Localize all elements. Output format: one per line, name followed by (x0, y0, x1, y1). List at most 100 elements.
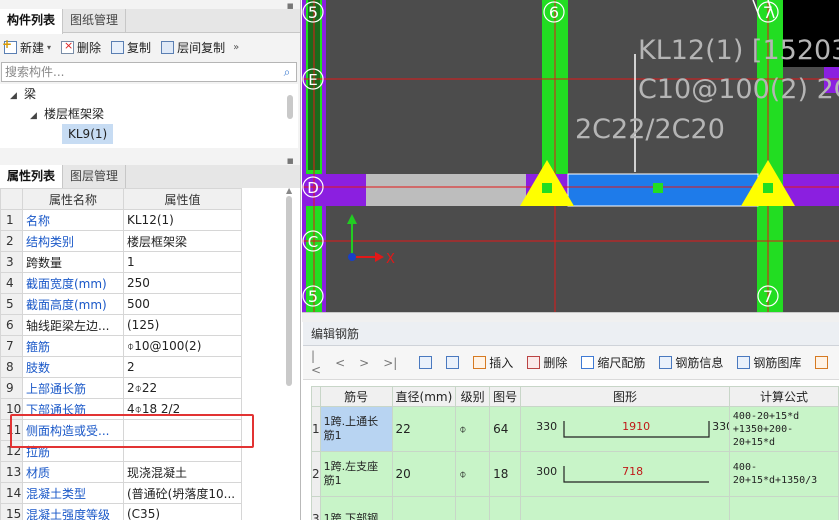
property-row[interactable]: 10 下部通长筋 4⌽18 2/2 (0, 398, 242, 420)
canvas-splitter[interactable] (302, 312, 839, 322)
property-row[interactable]: 14 混凝土类型 (普通砼(坍落度10... (0, 482, 242, 504)
property-value[interactable]: 现浇混凝土 (123, 461, 242, 483)
tree-node-kl9[interactable]: KL9(1) (62, 124, 114, 144)
rebar-info-button[interactable]: 钢筋信息 (659, 354, 723, 371)
nav-prev-button[interactable]: < (335, 356, 345, 370)
rebar-figure-number[interactable]: 64 (489, 406, 522, 452)
rebar-figure-number[interactable]: 18 (489, 451, 522, 497)
property-name[interactable]: 拉筋 (22, 440, 124, 462)
property-scrollbar[interactable] (286, 196, 292, 386)
insert-button[interactable]: 插入 (473, 354, 513, 371)
search-input[interactable] (2, 63, 278, 81)
drawing-canvas[interactable]: KL12(1) [15203 C10@100(2) 2C 2C22/2C20 5… (302, 0, 839, 312)
property-name[interactable]: 混凝土强度等级 (22, 503, 124, 520)
property-row[interactable]: 3 跨数量 1 (0, 251, 242, 273)
collapse-arrow-icon[interactable]: ◢ (10, 86, 24, 106)
delete-rebar-button[interactable]: 删除 (527, 354, 567, 371)
scroll-up-icon[interactable]: ▲ (286, 186, 292, 195)
tab-component-list[interactable]: 构件列表 (0, 9, 64, 34)
property-value[interactable]: (C35) (123, 503, 242, 520)
property-value[interactable]: (普通砼(坍落度10... (123, 482, 242, 504)
property-row[interactable]: 5 截面高度(mm) 500 (0, 293, 242, 315)
tree-scrollbar[interactable] (287, 95, 293, 119)
rebar-figure-number[interactable] (489, 496, 522, 520)
rebar-grade[interactable]: ⌽ (455, 451, 491, 497)
property-value[interactable]: 1 (123, 251, 242, 273)
property-row[interactable]: 6 轴线距梁左边... (125) (0, 314, 242, 336)
rebar-diameter[interactable]: 22 (391, 406, 457, 452)
tree-node-beam[interactable]: ◢ 梁 (10, 84, 36, 104)
grip-left[interactable] (542, 183, 552, 193)
property-value[interactable]: 2⌽22 (123, 377, 242, 399)
property-row[interactable]: 12 拉筋 (0, 440, 242, 462)
copy-button[interactable]: 复制 (111, 39, 151, 56)
nav-first-button[interactable]: |< (311, 349, 321, 377)
property-row[interactable]: 4 截面宽度(mm) 250 (0, 272, 242, 294)
move-down-button[interactable] (446, 356, 460, 369)
rebar-formula[interactable] (728, 496, 839, 520)
move-up-button[interactable] (419, 356, 433, 369)
property-name[interactable]: 箍筋 (22, 335, 124, 357)
cad-drawing[interactable]: KL12(1) [15203 C10@100(2) 2C 2C22/2C20 5… (302, 0, 839, 312)
property-value[interactable]: KL12(1) (123, 209, 242, 231)
new-button[interactable]: 新建▾ (2, 37, 51, 56)
property-row[interactable]: 7 箍筋 ⌽10@100(2) (0, 335, 242, 357)
rebar-row[interactable]: 3 1跨.下部钢 (311, 496, 839, 520)
property-value[interactable]: (125) (123, 314, 242, 336)
property-name[interactable]: 混凝土类型 (22, 482, 124, 504)
rebar-grade[interactable]: ⌽ (455, 406, 491, 452)
rebar-row[interactable]: 2 1跨.左支座筋1 20 ⌽ 18 300 718 400-20+15*d+1350/3 (311, 451, 839, 497)
property-value[interactable]: 2 (123, 356, 242, 378)
property-name[interactable]: 截面宽度(mm) (22, 272, 124, 294)
property-value[interactable]: 4⌽18 2/2 (123, 398, 242, 420)
rebar-library-button[interactable]: 钢筋图库 (737, 354, 801, 371)
property-value[interactable]: ⌽10@100(2) (123, 335, 242, 357)
nav-last-button[interactable]: >| (383, 356, 397, 370)
property-name[interactable]: 材质 (22, 461, 124, 483)
grip-mid[interactable] (653, 183, 663, 193)
collapse-arrow-icon[interactable]: ◢ (30, 106, 44, 126)
rebar-name[interactable]: 1跨.上通长筋1 (319, 406, 393, 452)
extra-tool-button[interactable] (815, 356, 829, 369)
property-name[interactable]: 跨数量 (22, 251, 124, 273)
property-row[interactable]: 1 名称 KL12(1) (0, 209, 242, 231)
search-icon[interactable]: ⌕ (278, 65, 296, 80)
grip-right[interactable] (763, 183, 773, 193)
property-value[interactable] (123, 440, 242, 462)
rebar-row[interactable]: 11跨.上通长筋122⌽643301910330400-20+15*d +135… (311, 406, 839, 452)
rebar-figure-cell[interactable]: 330 1910 330 (520, 406, 730, 452)
property-row[interactable]: 13 材质 现浇混凝土 (0, 461, 242, 483)
rebar-formula[interactable]: 400-20+15*d +1350+200-20+15*d (728, 406, 839, 452)
tree-node-floor-frame-beam[interactable]: ◢ 楼层框架梁 (30, 104, 104, 124)
rebar-figure-cell[interactable] (520, 496, 730, 520)
property-name[interactable]: 名称 (22, 209, 124, 231)
property-name[interactable]: 上部通长筋 (22, 377, 124, 399)
delete-button[interactable]: 删除 (61, 39, 101, 56)
rebar-formula[interactable]: 400-20+15*d+1350/3 (728, 451, 839, 497)
tab-property-list[interactable]: 属性列表 (0, 165, 64, 190)
rebar-figure-cell[interactable]: 300 718 (520, 451, 730, 497)
more-icon[interactable]: » (233, 42, 239, 53)
scale-rebar-button[interactable]: 缩尺配筋 (581, 354, 645, 371)
property-row[interactable]: 11 侧面构造或受... (0, 419, 242, 441)
property-value[interactable]: 250 (123, 272, 242, 294)
property-name[interactable]: 下部通长筋 (22, 398, 124, 420)
property-name[interactable]: 侧面构造或受... (22, 419, 124, 441)
collapse-icon[interactable]: ▪ (287, 0, 294, 12)
property-name[interactable]: 截面高度(mm) (22, 293, 124, 315)
property-value[interactable] (123, 419, 242, 441)
property-row[interactable]: 15 混凝土强度等级 (C35) (0, 503, 242, 520)
rebar-diameter[interactable]: 20 (391, 451, 457, 497)
property-name[interactable]: 结构类别 (22, 230, 124, 252)
property-name[interactable]: 肢数 (22, 356, 124, 378)
rebar-diameter[interactable] (391, 496, 457, 520)
nav-next-button[interactable]: > (359, 356, 369, 370)
collapse-icon[interactable]: ▪ (287, 154, 294, 167)
property-name[interactable]: 轴线距梁左边... (22, 314, 124, 336)
tab-layer-management[interactable]: 图层管理 (63, 165, 127, 189)
chevron-down-icon[interactable]: ▾ (47, 43, 51, 52)
rebar-grade[interactable] (455, 496, 491, 520)
property-row[interactable]: 9 上部通长筋 2⌽22 (0, 377, 242, 399)
tab-drawing-management[interactable]: 图纸管理 (63, 9, 127, 33)
property-row[interactable]: 8 肢数 2 (0, 356, 242, 378)
